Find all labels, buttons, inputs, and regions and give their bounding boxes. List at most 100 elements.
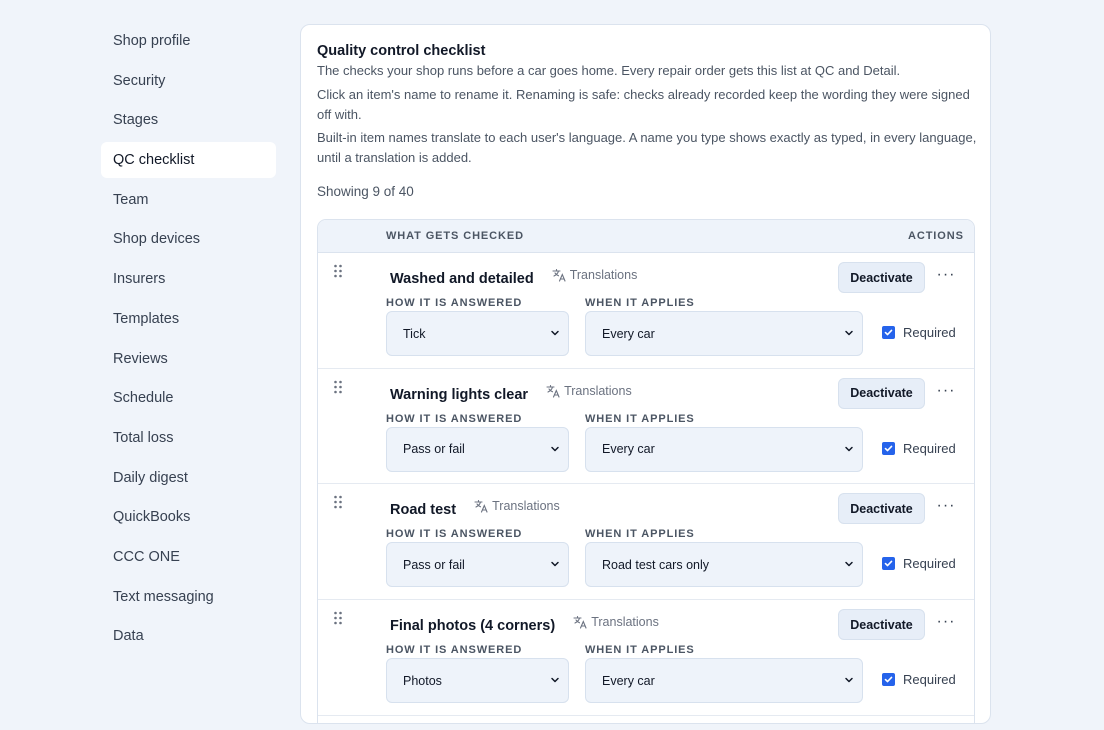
required-label: Required xyxy=(903,672,956,688)
translations-link[interactable]: Translations xyxy=(546,384,632,398)
answer-type-value: Tick xyxy=(403,326,426,341)
sidebar-item-templates[interactable]: Templates xyxy=(101,301,276,337)
item-name-link[interactable]: Warning lights clear Translations xyxy=(390,384,632,403)
chevron-down-icon xyxy=(551,330,559,336)
answer-type-value: Photos xyxy=(403,673,442,688)
answer-type-value: Pass or fail xyxy=(403,557,465,572)
translations-link[interactable]: Translations xyxy=(573,615,659,629)
sidebar-item-label: Templates xyxy=(113,310,180,327)
how-answered-label: HOW IT IS ANSWERED xyxy=(386,528,523,541)
description-translations: Built-in item names translate to each us… xyxy=(317,130,977,165)
deactivate-button[interactable]: Deactivate xyxy=(838,493,925,525)
sidebar-item-stages[interactable]: Stages xyxy=(101,102,276,138)
chevron-down-icon xyxy=(551,562,559,567)
item-name-text: Road test xyxy=(390,502,457,519)
checklist-table: WHAT GETS CHECKED ACTIONS Washed and det… xyxy=(317,219,975,723)
table-row: Final photos (4 corners) Translations De… xyxy=(318,600,974,716)
applies-when-select[interactable]: Every car xyxy=(585,311,863,356)
drag-handle-icon[interactable] xyxy=(333,380,343,394)
translate-icon xyxy=(474,500,488,513)
drag-handle-icon[interactable] xyxy=(333,495,343,509)
sidebar-item-label: Security xyxy=(113,72,166,89)
more-horizontal-icon[interactable]: ··· xyxy=(934,381,958,405)
required-toggle[interactable]: Required xyxy=(882,325,956,340)
applies-when-select[interactable]: Every car xyxy=(585,426,863,472)
table-row: Road test Translations Deactivate ··· HO… xyxy=(318,484,974,601)
answer-type-select[interactable]: Tick xyxy=(386,311,569,356)
checkmark-icon xyxy=(884,560,893,567)
sidebar-item-ccc-one[interactable]: CCC ONE xyxy=(101,539,276,575)
qc-checklist-card: Quality control checklist The checks you… xyxy=(300,24,991,724)
item-name-text: Washed and detailed xyxy=(390,271,534,287)
sidebar-item-label: CCC ONE xyxy=(113,548,180,565)
page-title: Quality control checklist xyxy=(317,43,486,59)
sidebar-item-team[interactable]: Team xyxy=(101,182,276,218)
more-horizontal-icon[interactable]: ··· xyxy=(934,496,958,520)
settings-sidebar: Shop profile Security Stages QC checklis… xyxy=(101,23,276,658)
applies-when-select[interactable]: Road test cars only xyxy=(585,542,863,588)
description-purpose: The checks your shop runs before a car g… xyxy=(317,63,901,78)
translate-icon xyxy=(546,384,560,398)
deactivate-button[interactable]: Deactivate xyxy=(838,609,925,641)
answer-type-select[interactable]: Photos xyxy=(386,658,569,704)
item-name-text: Warning lights clear xyxy=(390,386,529,403)
required-toggle[interactable]: Required xyxy=(882,441,956,456)
translations-link[interactable]: Translations xyxy=(474,499,560,513)
translate-icon xyxy=(552,268,566,282)
sidebar-item-insurers[interactable]: Insurers xyxy=(101,261,276,297)
sidebar-item-label: QC checklist xyxy=(113,152,195,169)
column-header-actions: ACTIONS xyxy=(908,230,964,242)
required-label: Required xyxy=(903,325,956,340)
required-checkbox[interactable] xyxy=(882,441,895,455)
sidebar-item-data[interactable]: Data xyxy=(101,618,276,654)
answer-type-select[interactable]: Pass or fail xyxy=(386,542,569,588)
item-name-link[interactable]: Washed and detailed Translations xyxy=(390,268,637,287)
sidebar-item-quickbooks[interactable]: QuickBooks xyxy=(101,499,276,535)
required-toggle[interactable]: Required xyxy=(882,672,956,687)
applies-when-value: Every car xyxy=(602,442,655,457)
sidebar-item-shop-profile[interactable]: Shop profile xyxy=(101,23,276,59)
item-name-text: Final photos (4 corners) xyxy=(390,618,556,635)
more-horizontal-icon[interactable]: ··· xyxy=(934,265,958,289)
answer-type-value: Pass or fail xyxy=(403,442,465,457)
translations-link[interactable]: Translations xyxy=(552,268,637,282)
chevron-down-icon xyxy=(845,330,853,336)
required-checkbox[interactable] xyxy=(882,673,895,687)
drag-handle-icon[interactable] xyxy=(333,264,343,278)
sidebar-item-qc-checklist[interactable]: QC checklist xyxy=(101,142,276,179)
sidebar-item-shop-devices[interactable]: Shop devices xyxy=(101,221,276,257)
sidebar-item-label: QuickBooks xyxy=(113,509,191,526)
required-toggle[interactable]: Required xyxy=(882,556,956,571)
checkmark-icon xyxy=(884,329,893,336)
when-applies-label: WHEN IT APPLIES xyxy=(585,528,695,541)
sidebar-item-total-loss[interactable]: Total loss xyxy=(101,420,276,456)
how-answered-label: HOW IT IS ANSWERED xyxy=(386,412,523,425)
applies-when-select[interactable]: Every car xyxy=(585,658,863,704)
answer-type-select[interactable]: Pass or fail xyxy=(386,426,569,472)
table-row: Warning lights clear Translations Deacti… xyxy=(318,369,974,485)
sidebar-item-text-messaging[interactable]: Text messaging xyxy=(101,579,276,615)
results-count: Showing 9 of 40 xyxy=(317,184,414,199)
sidebar-item-reviews[interactable]: Reviews xyxy=(101,341,276,377)
chevron-down-icon xyxy=(845,562,853,567)
table-header: WHAT GETS CHECKED ACTIONS xyxy=(318,220,974,253)
chevron-down-icon xyxy=(551,677,559,683)
translations-label: Translations xyxy=(492,499,560,514)
sidebar-item-label: Reviews xyxy=(113,350,168,367)
chevron-down-icon xyxy=(551,446,559,451)
required-checkbox[interactable] xyxy=(882,326,895,339)
deactivate-button[interactable]: Deactivate xyxy=(838,262,925,293)
how-answered-label: HOW IT IS ANSWERED xyxy=(386,297,523,309)
deactivate-button[interactable]: Deactivate xyxy=(838,377,925,409)
item-name-link[interactable]: Final photos (4 corners) Translations xyxy=(390,615,659,634)
description-renaming: Click an item's name to rename it. Renam… xyxy=(317,87,970,122)
more-horizontal-icon[interactable]: ··· xyxy=(934,612,958,636)
sidebar-item-label: Insurers xyxy=(113,271,166,288)
required-label: Required xyxy=(903,440,956,456)
sidebar-item-security[interactable]: Security xyxy=(101,63,276,99)
item-name-link[interactable]: Road test Translations xyxy=(390,499,560,518)
drag-handle-icon[interactable] xyxy=(333,611,343,625)
sidebar-item-schedule[interactable]: Schedule xyxy=(101,380,276,416)
required-checkbox[interactable] xyxy=(882,557,895,571)
sidebar-item-daily-digest[interactable]: Daily digest xyxy=(101,460,276,496)
